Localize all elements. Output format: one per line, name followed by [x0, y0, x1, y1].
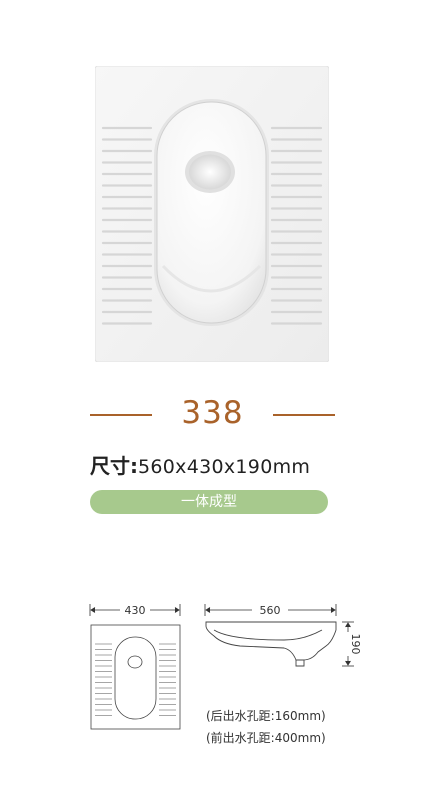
- size-spec: 尺寸:560x430x190mm: [90, 450, 310, 479]
- width-label: 430: [125, 604, 146, 617]
- squat-toilet-side-view-icon: 560 190: [204, 604, 362, 667]
- model-heading: 338: [90, 395, 335, 435]
- squat-toilet-top-view-icon: 430: [89, 604, 181, 730]
- decorative-line-right: [273, 414, 335, 416]
- front-drain-note: (前出水孔距:400mm): [206, 731, 326, 745]
- size-label: 尺寸:: [90, 454, 138, 478]
- height-label: 190: [349, 634, 362, 655]
- squat-toilet-photo: [95, 66, 329, 362]
- length-label: 560: [260, 604, 281, 617]
- model-number: 338: [181, 395, 244, 431]
- back-drain-note: (后出水孔距:160mm): [206, 709, 326, 723]
- size-value: 560x430x190mm: [138, 456, 311, 478]
- feature-badge: 一体成型: [90, 490, 328, 514]
